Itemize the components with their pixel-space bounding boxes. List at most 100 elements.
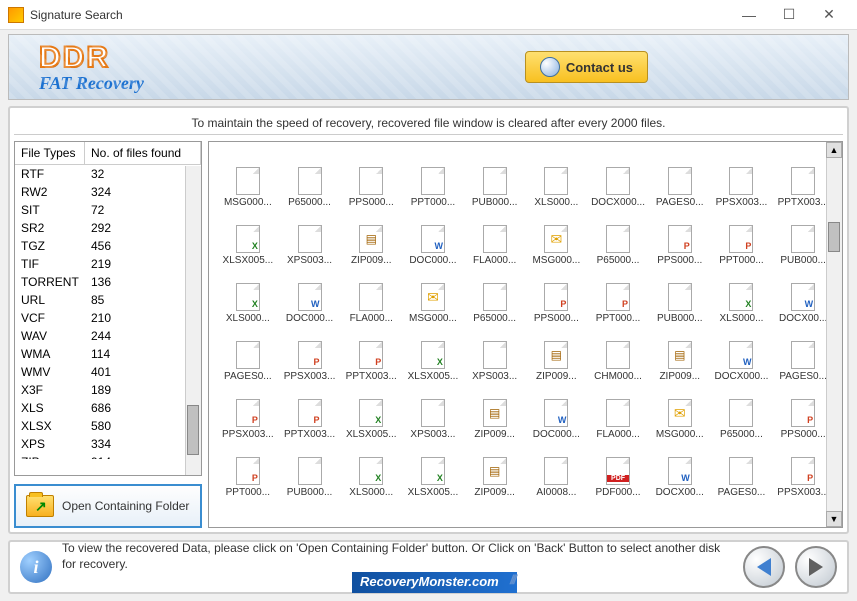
close-button[interactable]: ✕ <box>809 1 849 29</box>
file-item[interactable]: FLA000... <box>464 208 526 266</box>
file-item[interactable]: PPS000... <box>772 382 834 440</box>
file-item[interactable]: PPSX003... <box>279 324 341 382</box>
table-row[interactable]: TIF219 <box>15 255 201 273</box>
file-item[interactable]: DOC000... <box>279 266 341 324</box>
file-item[interactable]: DOCX000... <box>587 150 649 208</box>
file-item[interactable]: ZIP009... <box>464 382 526 440</box>
file-item[interactable]: PAGES0... <box>772 324 834 382</box>
back-button[interactable] <box>743 546 785 588</box>
file-item[interactable]: FLA000... <box>587 382 649 440</box>
file-item[interactable]: PPT000... <box>587 266 649 324</box>
file-item[interactable]: XPS003... <box>464 324 526 382</box>
file-icon <box>359 457 383 485</box>
file-icon <box>729 341 753 369</box>
file-icon <box>359 167 383 195</box>
file-item[interactable]: MSG000... <box>526 208 588 266</box>
file-item[interactable]: ZIP009... <box>340 208 402 266</box>
file-item[interactable]: ZIP009... <box>526 324 588 382</box>
file-item[interactable]: MSG000... <box>217 150 279 208</box>
file-item[interactable]: PPSX003... <box>772 440 834 498</box>
file-item[interactable]: XLSX005... <box>402 440 464 498</box>
maximize-button[interactable]: ☐ <box>769 1 809 29</box>
table-row[interactable]: SR2292 <box>15 219 201 237</box>
file-item[interactable]: PPS000... <box>526 266 588 324</box>
file-item[interactable]: DOCX00... <box>772 266 834 324</box>
file-item[interactable]: PPTX003... <box>772 150 834 208</box>
file-label: MSG000... <box>656 429 704 440</box>
file-item[interactable]: XPS003... <box>402 382 464 440</box>
file-item[interactable]: FLA000... <box>340 266 402 324</box>
col-file-types[interactable]: File Types <box>15 142 85 164</box>
file-item[interactable]: ZIP009... <box>464 440 526 498</box>
file-item[interactable]: PAGES0... <box>711 440 773 498</box>
file-item[interactable]: XPS003... <box>279 208 341 266</box>
table-row[interactable]: XLSX580 <box>15 417 201 435</box>
table-row[interactable]: RW2324 <box>15 183 201 201</box>
table-row[interactable]: TGZ456 <box>15 237 201 255</box>
file-item[interactable]: XLSX005... <box>217 208 279 266</box>
file-item[interactable]: XLSX005... <box>340 382 402 440</box>
file-item[interactable]: XLSX005... <box>402 324 464 382</box>
table-row[interactable]: WAV244 <box>15 327 201 345</box>
scroll-down-button[interactable]: ▼ <box>826 511 842 527</box>
file-item[interactable]: P65000... <box>711 382 773 440</box>
table-row[interactable]: VCF210 <box>15 309 201 327</box>
table-row[interactable]: XPS334 <box>15 435 201 453</box>
file-item[interactable]: P65000... <box>587 208 649 266</box>
file-icon <box>298 167 322 195</box>
table-row[interactable]: XLS686 <box>15 399 201 417</box>
file-item[interactable]: PPTX003... <box>340 324 402 382</box>
table-scrollbar[interactable] <box>185 166 201 475</box>
file-item[interactable]: PUB000... <box>772 208 834 266</box>
file-item[interactable]: XLS000... <box>711 266 773 324</box>
minimize-button[interactable]: — <box>729 1 769 29</box>
file-item[interactable]: PPTX003... <box>279 382 341 440</box>
file-item[interactable]: AI0008... <box>526 440 588 498</box>
file-item[interactable]: PPS000... <box>649 208 711 266</box>
file-item[interactable]: P65000... <box>279 150 341 208</box>
file-icon <box>298 457 322 485</box>
file-item[interactable]: CHM000... <box>587 324 649 382</box>
table-row[interactable]: WMA114 <box>15 345 201 363</box>
file-item[interactable]: MSG000... <box>402 266 464 324</box>
file-item[interactable]: XLS000... <box>526 150 588 208</box>
table-row[interactable]: ZIP914 <box>15 453 201 459</box>
file-item[interactable]: XLS000... <box>217 266 279 324</box>
table-row[interactable]: TORRENT136 <box>15 273 201 291</box>
file-item[interactable]: P65000... <box>464 266 526 324</box>
file-icon <box>421 341 445 369</box>
file-item[interactable]: DOCX00... <box>649 440 711 498</box>
col-files-found[interactable]: No. of files found <box>85 142 201 164</box>
file-item[interactable]: PAGES0... <box>217 324 279 382</box>
file-item[interactable]: PPT000... <box>217 440 279 498</box>
file-item[interactable]: ZIP009... <box>649 324 711 382</box>
file-item[interactable]: PPSX003... <box>217 382 279 440</box>
file-label: PPSX003... <box>777 487 829 498</box>
file-item[interactable]: DOC000... <box>402 208 464 266</box>
file-item[interactable]: PDF000... <box>587 440 649 498</box>
file-item[interactable]: DOC000... <box>526 382 588 440</box>
files-scrollbar[interactable]: ▲ ▼ <box>826 142 842 527</box>
table-row[interactable]: WMV401 <box>15 363 201 381</box>
file-item[interactable]: PUB000... <box>279 440 341 498</box>
file-item[interactable]: PUB000... <box>649 266 711 324</box>
open-containing-folder-button[interactable]: Open Containing Folder <box>14 484 202 528</box>
file-item[interactable]: PPT000... <box>402 150 464 208</box>
file-item[interactable]: PPSX003... <box>711 150 773 208</box>
next-button[interactable] <box>795 546 837 588</box>
file-item[interactable]: PAGES0... <box>649 150 711 208</box>
scrollbar-thumb[interactable] <box>828 222 840 252</box>
file-item[interactable]: PPS000... <box>340 150 402 208</box>
scrollbar-thumb[interactable] <box>187 405 199 455</box>
table-row[interactable]: X3F189 <box>15 381 201 399</box>
file-item[interactable]: PUB000... <box>464 150 526 208</box>
table-row[interactable]: SIT72 <box>15 201 201 219</box>
file-item[interactable]: DOCX000... <box>711 324 773 382</box>
file-item[interactable]: MSG000... <box>649 382 711 440</box>
table-row[interactable]: RTF32 <box>15 165 201 183</box>
scroll-up-button[interactable]: ▲ <box>826 142 842 158</box>
table-row[interactable]: URL85 <box>15 291 201 309</box>
contact-us-button[interactable]: Contact us <box>525 51 648 83</box>
file-item[interactable]: XLS000... <box>340 440 402 498</box>
file-item[interactable]: PPT000... <box>711 208 773 266</box>
